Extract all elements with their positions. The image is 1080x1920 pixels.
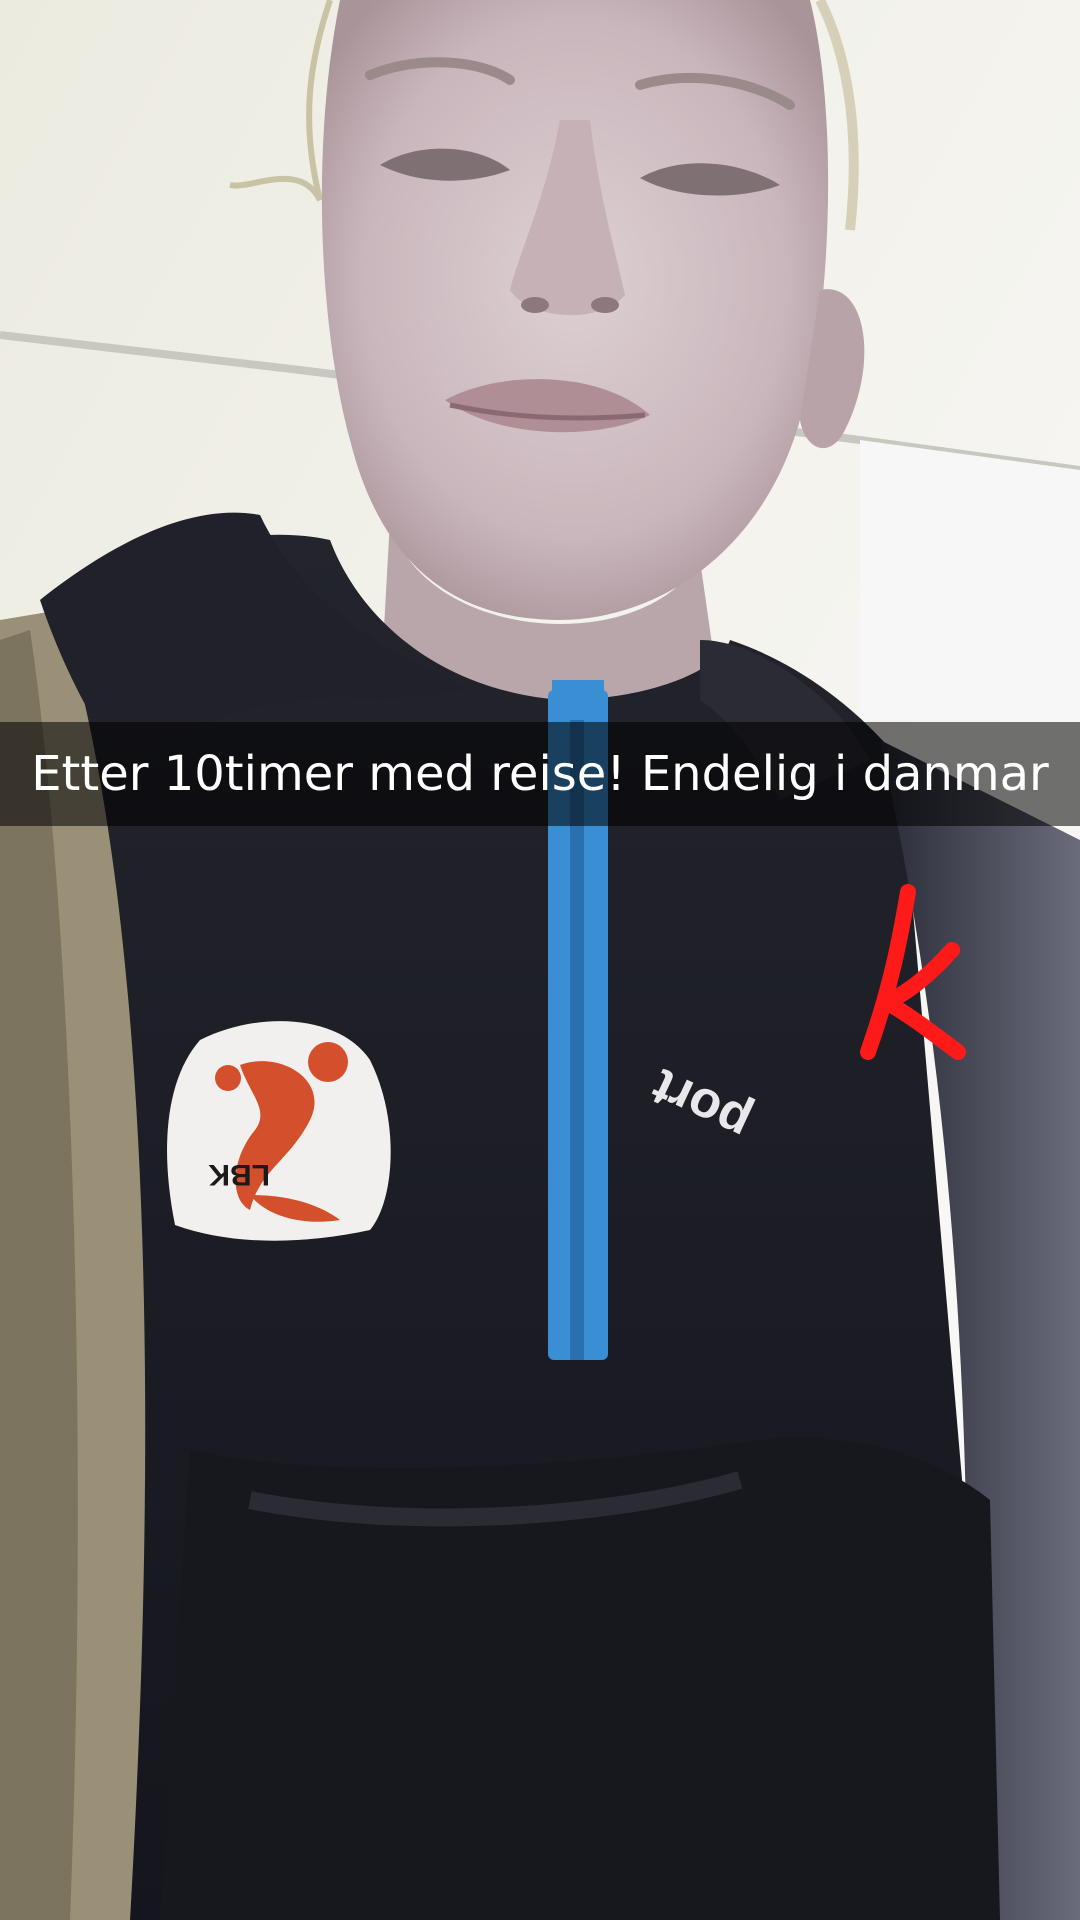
- club-patch: LBK: [167, 1021, 391, 1241]
- snap-viewer[interactable]: LBK port Etter 10timer med reise! Endeli…: [0, 0, 1080, 1920]
- svg-text:LBK: LBK: [208, 1158, 270, 1191]
- caption-bar[interactable]: Etter 10timer med reise! Endelig i danma…: [0, 722, 1080, 826]
- caption-text: Etter 10timer med reise! Endelig i danma…: [31, 746, 1049, 802]
- red-k-doodle: [860, 884, 966, 1060]
